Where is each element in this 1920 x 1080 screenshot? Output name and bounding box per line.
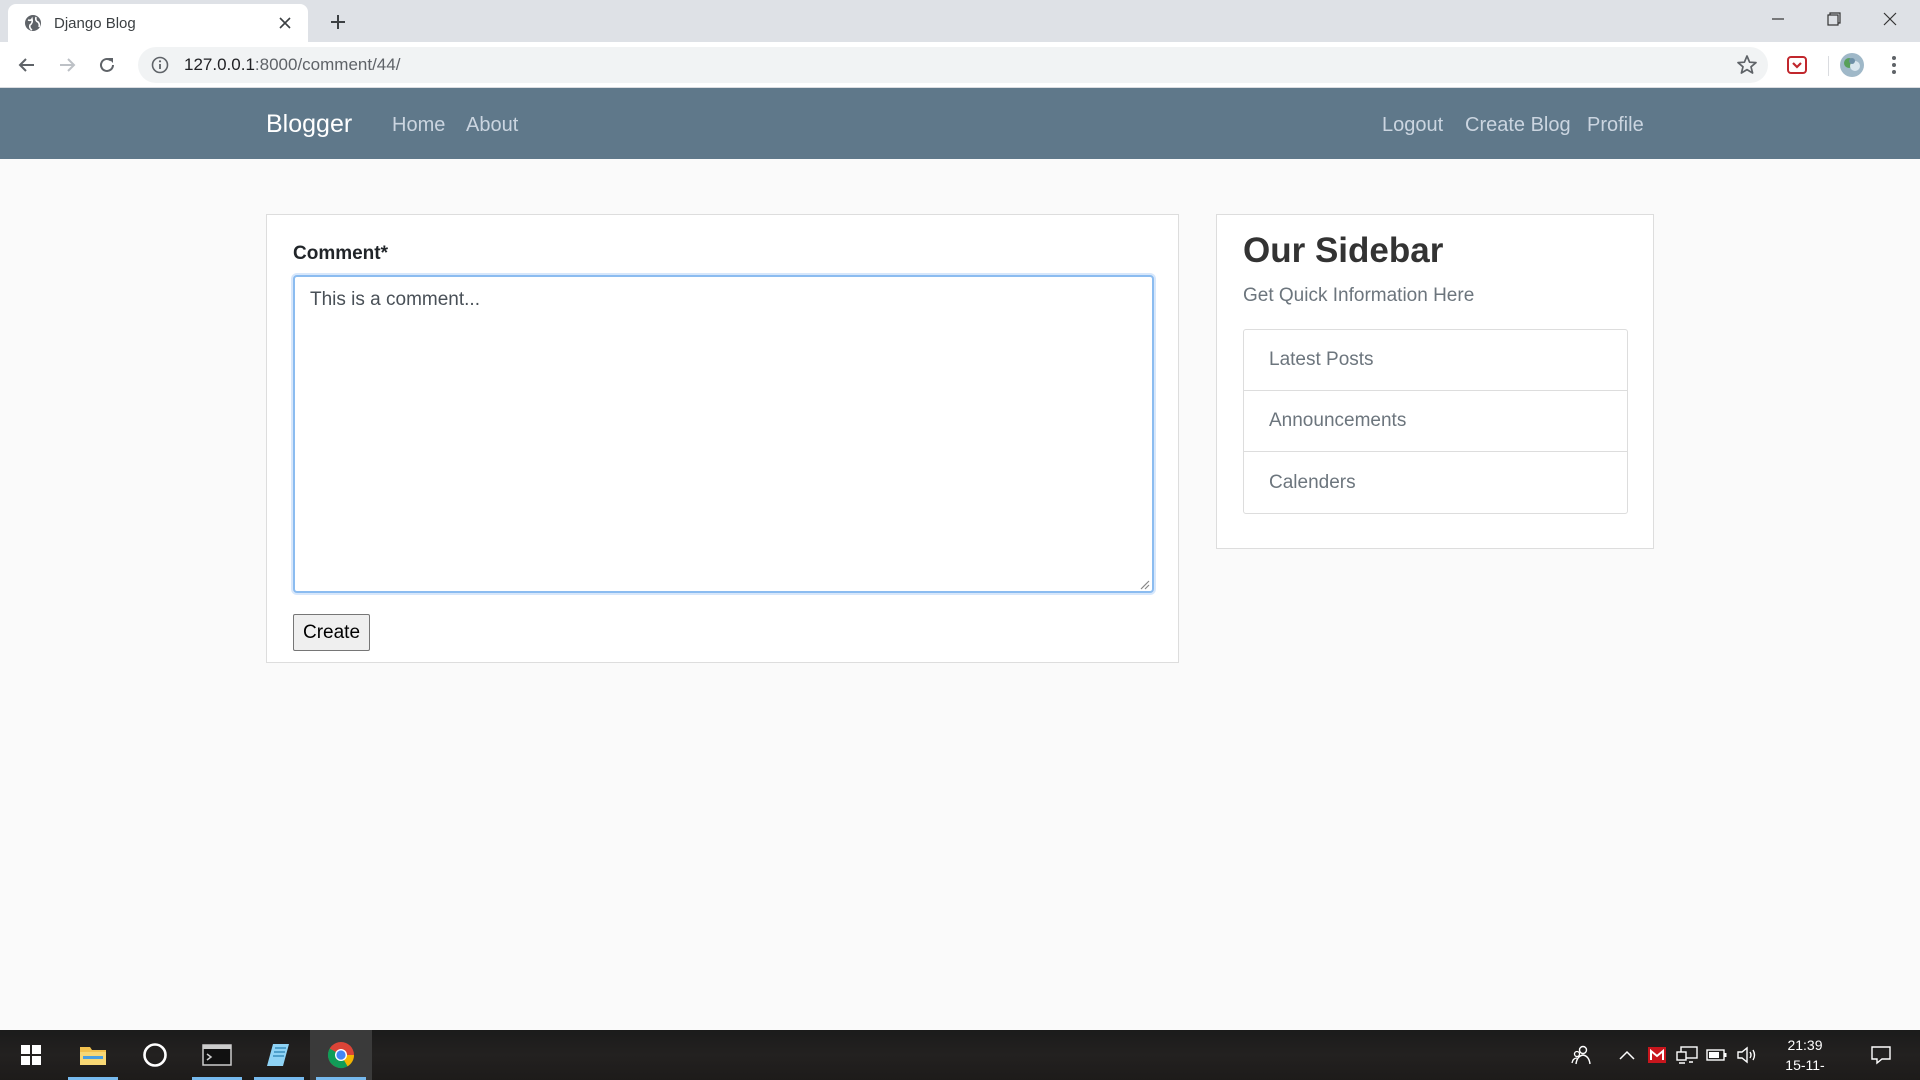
sidebar-item-latest-posts[interactable]: Latest Posts	[1244, 330, 1627, 391]
restore-button[interactable]	[1806, 0, 1862, 38]
reload-button[interactable]	[90, 48, 124, 82]
minimize-button[interactable]	[1750, 0, 1806, 38]
profile-avatar-icon[interactable]	[1838, 51, 1866, 79]
nav-link-profile[interactable]: Profile	[1587, 114, 1644, 137]
toolbar-divider	[1828, 56, 1829, 76]
browser-tabstrip: Django Blog	[0, 0, 1920, 42]
chrome-app-icon[interactable]	[310, 1030, 372, 1080]
create-button[interactable]: Create	[293, 614, 370, 651]
browser-toolbar: 127.0.0.1:8000/comment/44/	[0, 42, 1920, 88]
file-explorer-icon[interactable]	[62, 1030, 124, 1080]
clock-date: 15-11-2019	[1785, 1057, 1825, 1080]
site-brand[interactable]: Blogger	[266, 110, 352, 139]
comment-label: Comment*	[293, 243, 389, 264]
chevron-up-icon[interactable]	[1612, 1030, 1642, 1080]
sidebar-list: Latest Posts Announcements Calenders	[1243, 329, 1628, 514]
windows-taskbar: 21:39 15-11-2019	[0, 1030, 1920, 1080]
cortana-icon[interactable]	[124, 1030, 186, 1080]
back-button[interactable]	[10, 48, 44, 82]
url-text: 127.0.0.1:8000/comment/44/	[184, 55, 400, 75]
sidebar-item-calenders[interactable]: Calenders	[1244, 452, 1627, 513]
tab-close-icon[interactable]	[274, 12, 296, 34]
sidebar-title: Our Sidebar	[1243, 231, 1444, 270]
info-icon[interactable]	[150, 55, 170, 75]
volume-icon[interactable]	[1732, 1030, 1762, 1080]
url-host: 127.0.0.1	[184, 55, 255, 74]
url-path: :8000/comment/44/	[254, 55, 401, 74]
tab-title: Django Blog	[54, 14, 136, 32]
nav-link-logout[interactable]: Logout	[1382, 114, 1443, 137]
globe-icon	[24, 14, 42, 32]
taskbar-clock[interactable]: 21:39 15-11-2019	[1770, 1035, 1840, 1080]
browser-tab[interactable]: Django Blog	[8, 4, 308, 42]
antivirus-icon[interactable]	[1642, 1030, 1672, 1080]
nav-link-create-blog[interactable]: Create Blog	[1465, 114, 1571, 137]
resize-handle-icon[interactable]	[1138, 577, 1150, 590]
nav-link-home[interactable]: Home	[392, 114, 445, 137]
comment-text: This is a comment...	[310, 289, 480, 310]
terminal-icon[interactable]	[186, 1030, 248, 1080]
new-tab-button[interactable]	[322, 8, 354, 36]
windows-start-icon[interactable]	[0, 1030, 62, 1080]
site-navbar: Blogger Home About Logout Create Blog Pr…	[0, 88, 1920, 159]
battery-icon[interactable]	[1702, 1030, 1732, 1080]
browser-menu-icon[interactable]	[1880, 51, 1908, 79]
nav-link-about[interactable]: About	[466, 114, 518, 137]
notepad-app-icon[interactable]	[248, 1030, 310, 1080]
sidebar-item-announcements[interactable]: Announcements	[1244, 391, 1627, 452]
forward-button[interactable]	[50, 48, 84, 82]
sidebar-subtitle: Get Quick Information Here	[1243, 285, 1475, 306]
sidebar-card: Our Sidebar Get Quick Information Here L…	[1216, 214, 1654, 549]
people-icon[interactable]	[1566, 1030, 1596, 1080]
clock-time: 21:39	[1787, 1037, 1823, 1053]
notification-icon[interactable]	[1866, 1030, 1896, 1080]
network-icon[interactable]	[1672, 1030, 1702, 1080]
comment-form-card: Comment* This is a comment... Create	[266, 214, 1179, 663]
comment-textarea[interactable]: This is a comment...	[293, 275, 1154, 593]
pocket-extension-icon[interactable]	[1783, 51, 1811, 79]
close-window-button[interactable]	[1862, 0, 1918, 38]
bookmark-star-icon[interactable]	[1736, 54, 1758, 76]
address-bar[interactable]: 127.0.0.1:8000/comment/44/	[138, 47, 1768, 83]
